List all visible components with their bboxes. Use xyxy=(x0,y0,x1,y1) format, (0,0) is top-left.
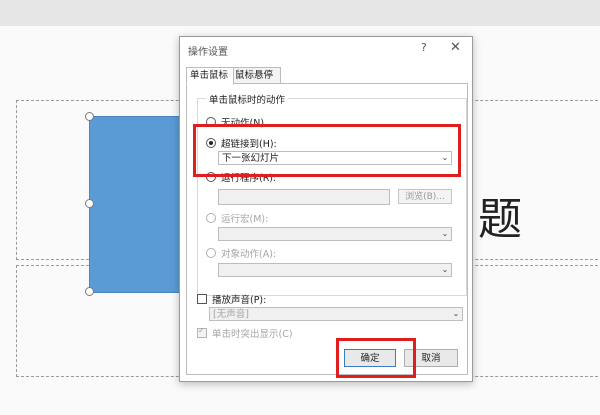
radio-run-macro-label: 运行宏(M): xyxy=(221,214,269,225)
play-sound-label: 播放声音(P): xyxy=(212,295,267,306)
play-sound-checkbox[interactable] xyxy=(197,294,207,304)
play-sound-row[interactable]: 播放声音(P): xyxy=(197,292,266,306)
browse-button[interactable]: 浏览(B)... xyxy=(398,189,452,204)
resize-handle-top-left[interactable] xyxy=(85,112,94,121)
chevron-down-icon: ⌄ xyxy=(441,229,449,238)
macro-select[interactable]: ⌄ xyxy=(218,227,452,241)
resize-handle-middle-left[interactable] xyxy=(85,199,94,208)
highlight-click-checkbox[interactable] xyxy=(197,326,207,338)
sound-select[interactable]: [无声音] ⌄ xyxy=(209,307,463,321)
sound-select-value: [无声音] xyxy=(213,309,249,320)
radio-run-macro[interactable] xyxy=(206,213,216,223)
dialog-title: 操作设置 xyxy=(188,47,228,58)
chevron-down-icon: ⌄ xyxy=(452,309,460,318)
group-label: 单击鼠标时的动作 xyxy=(206,92,289,106)
run-program-input[interactable] xyxy=(218,189,390,205)
chevron-down-icon: ⌄ xyxy=(441,265,449,274)
resize-handle-bottom-left[interactable] xyxy=(85,287,94,296)
annotation-highlight-hyperlink xyxy=(193,124,461,177)
tab-mouse-over[interactable]: 鼠标悬停 xyxy=(231,67,281,84)
annotation-highlight-ok xyxy=(336,338,416,378)
action-settings-dialog: 操作设置 ? ✕ 单击鼠标 鼠标悬停 单击鼠标时的动作 无动作(N) 超链接到(… xyxy=(179,36,473,382)
radio-object-action-label: 对象动作(A): xyxy=(221,249,277,260)
tab-mouse-click[interactable]: 单击鼠标 xyxy=(186,67,234,85)
highlight-click-label: 单击时突出显示(C) xyxy=(212,329,293,340)
radio-run-macro-row[interactable]: 运行宏(M): xyxy=(206,211,268,225)
close-icon[interactable]: ✕ xyxy=(450,40,461,55)
radio-object-action-row[interactable]: 对象动作(A): xyxy=(206,246,276,260)
object-action-select[interactable]: ⌄ xyxy=(218,263,452,277)
help-icon[interactable]: ? xyxy=(421,41,427,54)
app-top-bar xyxy=(0,0,600,26)
highlight-click-row[interactable]: 单击时突出显示(C) xyxy=(197,326,293,340)
slide-title-text: 题 xyxy=(478,194,522,245)
radio-object-action[interactable] xyxy=(206,248,216,258)
